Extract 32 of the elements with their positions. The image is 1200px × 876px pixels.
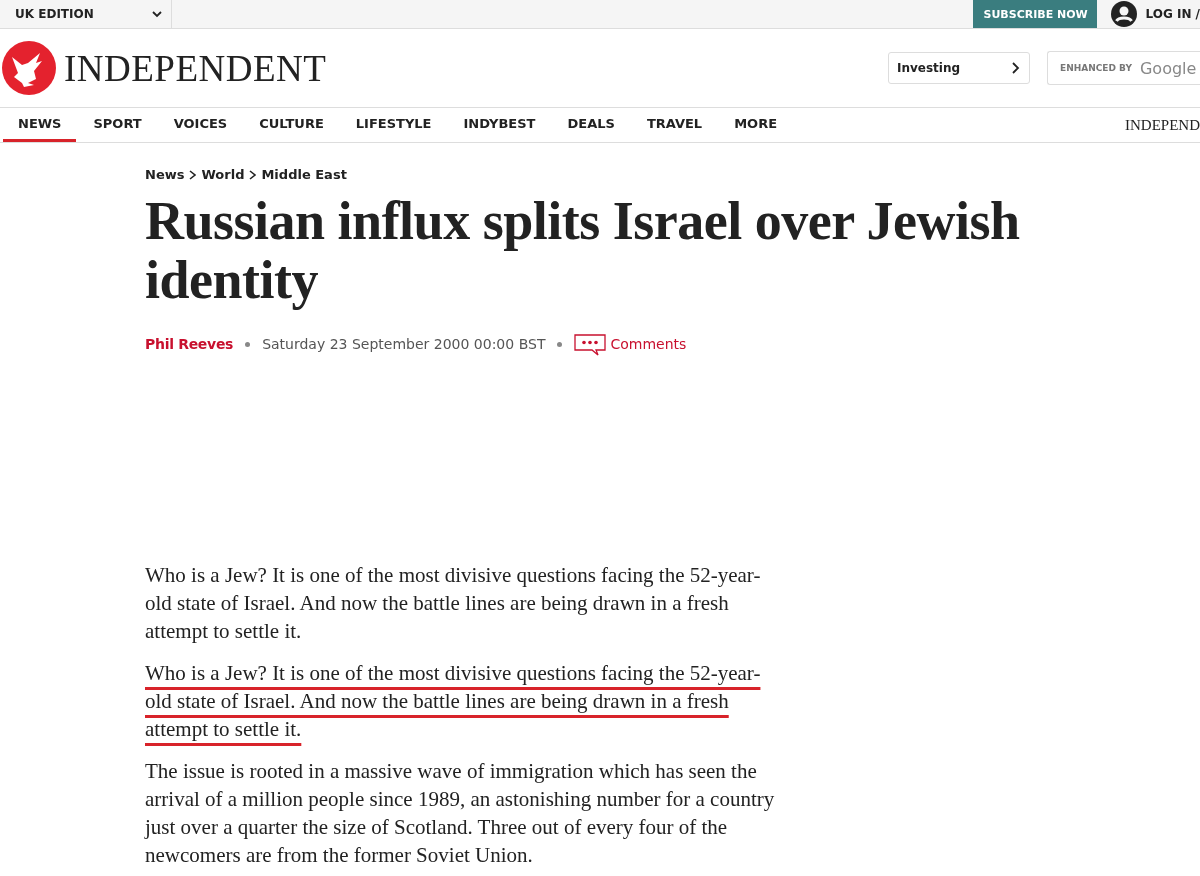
separator-dot-icon <box>245 341 251 347</box>
nav-tab[interactable]: MORE <box>719 108 793 142</box>
nav-tab[interactable]: SPORT <box>78 108 157 142</box>
nav-tab[interactable]: LIFESTYLE <box>340 108 447 142</box>
chevron-icon <box>1011 61 1021 75</box>
article-paragraph: The issue is rooted in a massive wave of immigration which has seen the arrival of a million people since 1989, an astonishing number for a country just over a quarter the size of Scotland. Three out of every four of the newcomers are from the former Soviet Union. <box>145 758 775 869</box>
comments-link[interactable]: Comments <box>610 336 687 352</box>
nav-tab[interactable]: TRAVEL <box>631 108 718 142</box>
article-paragraph: Who is a Jew? It is one of the most divisive questions facing the 52-year-old state of Israel. And now the battle lines are being drawn in a fresh attempt to settle it. <box>145 562 762 645</box>
breadcrumb-link[interactable]: Middle East <box>261 167 347 182</box>
search-field[interactable]: ENHANCED BY Google <box>1047 51 1200 85</box>
author-link[interactable]: Phil Reeves <box>145 336 234 352</box>
breadcrumb-link[interactable]: World <box>201 167 245 182</box>
breadcrumb-link[interactable]: News <box>145 167 185 182</box>
logo-wordmark[interactable]: INDEPENDENT <box>64 46 327 90</box>
nav-tab[interactable]: INDYBEST <box>448 108 551 142</box>
nav-tab[interactable]: VOICES <box>158 108 243 142</box>
topic-link[interactable]: Investing <box>888 52 1030 84</box>
nav-tab[interactable]: NEWS <box>3 108 77 142</box>
subscribe-button[interactable]: SUBSCRIBE NOW <box>973 0 1098 28</box>
publish-date: Saturday 23 September 2000 00:00 BST <box>262 336 546 352</box>
nav-tab[interactable]: DEALS <box>552 108 630 142</box>
chevron-icon <box>249 169 257 180</box>
article-paragraph: Who is a Jew? It is one of the most divisive questions facing the 52-year-old state of Israel. And now the battle lines are being drawn in a fresh attempt to settle it. <box>145 660 762 743</box>
comment-icon <box>574 332 607 356</box>
login-link[interactable]: LOG IN / <box>1145 7 1200 21</box>
separator-dot-icon <box>557 341 563 347</box>
chevron-icon <box>189 169 197 180</box>
headline: Russian influx splits Israel over Jewish identity <box>145 192 1021 310</box>
nav-tab[interactable]: CULTURE <box>244 108 339 142</box>
chevron-icon <box>151 10 163 18</box>
mini-logo: INDEPEND <box>1125 116 1200 134</box>
